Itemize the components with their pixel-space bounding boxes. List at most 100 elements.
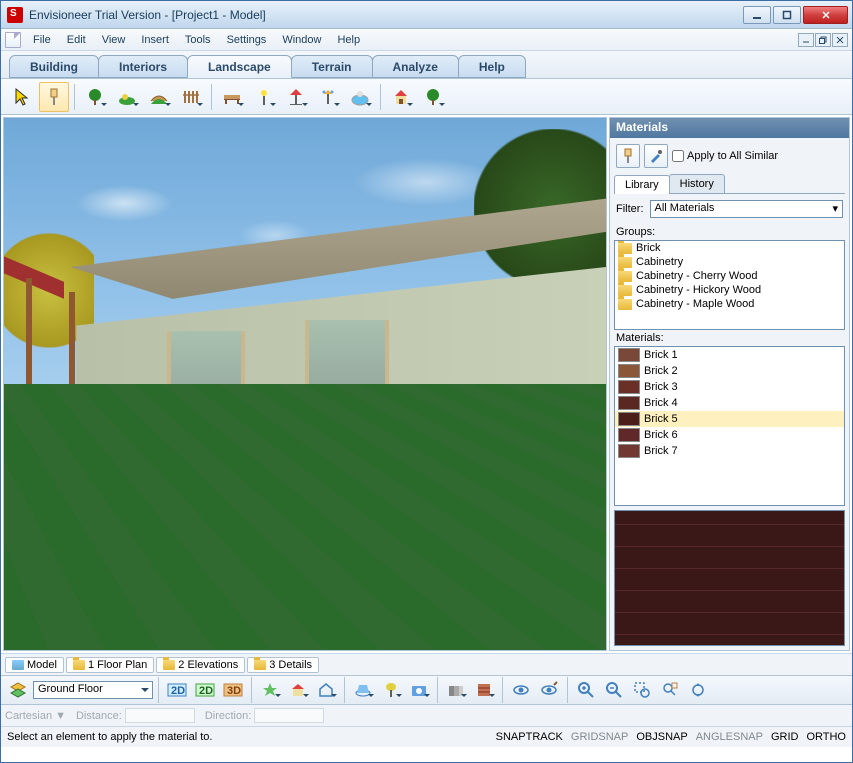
material-swatch [618, 444, 640, 458]
apply-all-checkbox[interactable]: Apply to All Similar [672, 150, 778, 162]
view-3d-button[interactable]: 3D [220, 678, 246, 702]
materials-label: Materials: [614, 330, 845, 346]
ribbon-tab-help[interactable]: Help [458, 55, 526, 78]
cameras-button[interactable] [350, 678, 376, 702]
3d-viewport[interactable] [3, 117, 607, 651]
snap-ortho[interactable]: ORTHO [806, 731, 846, 743]
group-item[interactable]: Brick [615, 241, 844, 255]
app-icon [7, 7, 23, 23]
group-item[interactable]: Cabinetry - Maple Wood [615, 297, 844, 311]
paintbrush-button[interactable] [616, 144, 640, 168]
material-item[interactable]: Brick 5 [615, 411, 844, 427]
folder-icon [618, 299, 632, 310]
walkthrough-button[interactable] [378, 678, 404, 702]
view-tab[interactable]: Model [5, 657, 64, 673]
snap-objsnap[interactable]: OBJSNAP [636, 731, 687, 743]
eyedropper-button[interactable] [644, 144, 668, 168]
zoom-window-button[interactable] [629, 678, 655, 702]
minimize-button[interactable] [743, 6, 771, 24]
display-mode-button[interactable] [443, 678, 469, 702]
group-item[interactable]: Cabinetry - Hickory Wood [615, 283, 844, 297]
group-item[interactable]: Cabinetry [615, 255, 844, 269]
ribbon-tab-analyze[interactable]: Analyze [372, 55, 459, 78]
fence-tool[interactable] [176, 82, 206, 112]
view-tab[interactable]: 3 Details [247, 657, 319, 673]
nav-mode-button[interactable] [257, 678, 283, 702]
select-tool[interactable] [7, 82, 37, 112]
ribbon-tab-building[interactable]: Building [9, 55, 99, 78]
materials-list[interactable]: Brick 1Brick 2Brick 3Brick 4Brick 5Brick… [614, 346, 845, 506]
snap-gridsnap[interactable]: GRIDSNAP [571, 731, 628, 743]
zoom-realtime-button[interactable] [685, 678, 711, 702]
mdi-close-button[interactable] [832, 33, 848, 47]
groups-label: Groups: [614, 224, 845, 240]
material-swatch [618, 428, 640, 442]
ext-structures-tool[interactable] [386, 82, 416, 112]
garden-beds-tool[interactable] [112, 82, 142, 112]
menu-edit[interactable]: Edit [59, 32, 94, 48]
material-item[interactable]: Brick 2 [615, 363, 844, 379]
material-swatch [618, 396, 640, 410]
mdi-restore-button[interactable] [815, 33, 831, 47]
menu-view[interactable]: View [94, 32, 134, 48]
model-icon [12, 660, 24, 670]
view-settings-button[interactable] [536, 678, 562, 702]
irrigation-tool[interactable] [313, 82, 343, 112]
snap-grid[interactable]: GRID [771, 731, 799, 743]
view-2d-button[interactable]: 2D [164, 678, 190, 702]
view-tab[interactable]: 1 Floor Plan [66, 657, 154, 673]
groups-list[interactable]: BrickCabinetryCabinetry - Cherry WoodCab… [614, 240, 845, 330]
home-view-button[interactable] [285, 678, 311, 702]
snap-anglesnap[interactable]: ANGLESNAP [696, 731, 763, 743]
close-button[interactable] [803, 6, 848, 24]
bottom-toolbar: Ground Floor 2D 2D 3D [1, 675, 852, 705]
mdi-minimize-button[interactable] [798, 33, 814, 47]
material-item[interactable]: Brick 3 [615, 379, 844, 395]
texture-button[interactable] [471, 678, 497, 702]
ribbon-tab-interiors[interactable]: Interiors [98, 55, 188, 78]
menu-tools[interactable]: Tools [177, 32, 219, 48]
material-item[interactable]: Brick 4 [615, 395, 844, 411]
view-tab[interactable]: 2 Elevations [156, 657, 245, 673]
material-item[interactable]: Brick 7 [615, 443, 844, 459]
pool-tool[interactable] [345, 82, 375, 112]
decks-tool[interactable] [217, 82, 247, 112]
edging-tool[interactable] [144, 82, 174, 112]
coord-mode[interactable]: Cartesian ▼ [5, 710, 66, 722]
accessories-tool[interactable] [281, 82, 311, 112]
lighting-tool[interactable] [249, 82, 279, 112]
layers-button[interactable] [5, 678, 31, 702]
menu-file[interactable]: File [25, 32, 59, 48]
material-swatch [618, 380, 640, 394]
ribbon-tab-landscape[interactable]: Landscape [187, 55, 292, 78]
zoom-in-button[interactable] [573, 678, 599, 702]
elevation-view-button[interactable] [313, 678, 339, 702]
ext-furniture-tool[interactable] [418, 82, 448, 112]
view-2d-design-button[interactable]: 2D [192, 678, 218, 702]
menu-insert[interactable]: Insert [133, 32, 177, 48]
paint-material-tool[interactable] [39, 82, 69, 112]
folder-icon [618, 257, 632, 268]
tab-history[interactable]: History [669, 174, 725, 193]
menu-settings[interactable]: Settings [219, 32, 275, 48]
material-item[interactable]: Brick 6 [615, 427, 844, 443]
menu-window[interactable]: Window [274, 32, 329, 48]
group-item[interactable]: Cabinetry - Cherry Wood [615, 269, 844, 283]
zoom-out-button[interactable] [601, 678, 627, 702]
snapshot-button[interactable] [406, 678, 432, 702]
direction-field: Direction: [205, 708, 324, 723]
menu-help[interactable]: Help [329, 32, 368, 48]
ribbon-tab-terrain[interactable]: Terrain [291, 55, 373, 78]
floor-combo[interactable]: Ground Floor [33, 681, 153, 699]
view-filter-button[interactable] [508, 678, 534, 702]
maximize-button[interactable] [773, 6, 801, 24]
tab-library[interactable]: Library [614, 175, 670, 194]
plants-tool[interactable] [80, 82, 110, 112]
folder-icon [618, 243, 632, 254]
filter-select[interactable]: All Materials▾ [650, 200, 844, 218]
material-item[interactable]: Brick 1 [615, 347, 844, 363]
zoom-extents-button[interactable] [657, 678, 683, 702]
svg-text:2D: 2D [171, 685, 185, 697]
status-message: Select an element to apply the material … [7, 731, 488, 743]
snap-snaptrack[interactable]: SNAPTRACK [496, 731, 563, 743]
